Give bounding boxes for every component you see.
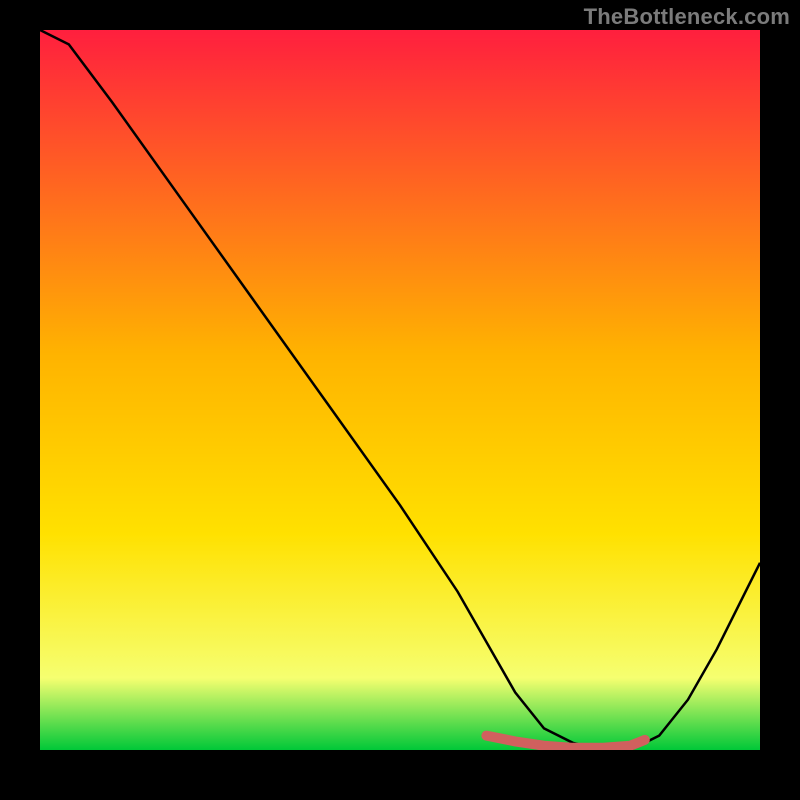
bottleneck-chart xyxy=(40,30,760,750)
brand-logo: TheBottleneck.com xyxy=(584,4,790,30)
chart-svg xyxy=(40,30,760,750)
chart-background xyxy=(40,30,760,750)
